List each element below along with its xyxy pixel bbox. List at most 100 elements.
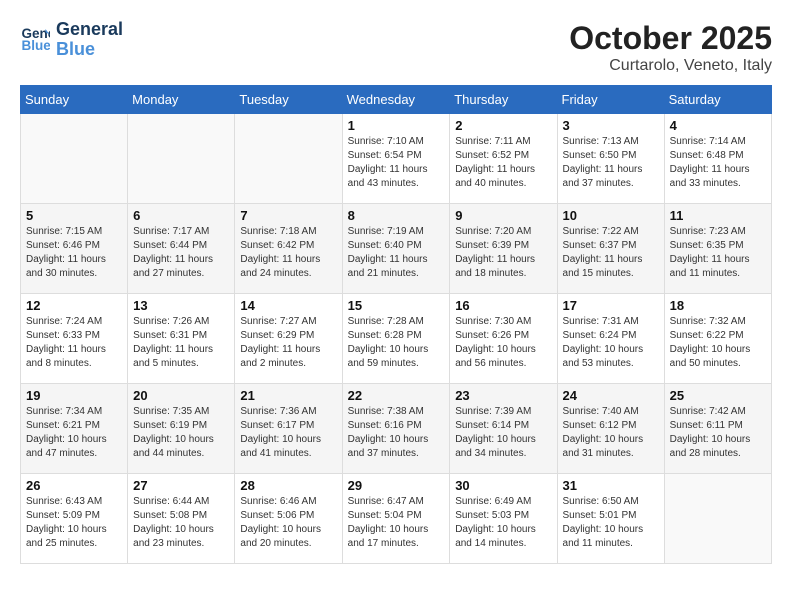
subtitle: Curtarolo, Veneto, Italy (569, 57, 772, 75)
calendar-day-4: 4Sunrise: 7:14 AMSunset: 6:48 PMDaylight… (664, 114, 771, 204)
day-info: Sunrise: 7:40 AMSunset: 6:12 PMDaylight:… (563, 405, 659, 461)
day-info: Sunrise: 7:20 AMSunset: 6:39 PMDaylight:… (455, 225, 551, 281)
calendar-day-3: 3 Sunrise: 7:13 AMSunset: 6:50 PMDaylight… (557, 114, 664, 204)
calendar-week-row: 1Sunrise: 7:10 AMSunset: 6:54 PMDaylight… (21, 114, 772, 204)
weekday-header-friday: Friday (557, 86, 664, 114)
calendar-week-row: 5Sunrise: 7:15 AMSunset: 6:46 PMDaylight… (21, 204, 772, 294)
title-section: October 2025 Curtarolo, Veneto, Italy (569, 20, 772, 75)
day-info: Sunrise: 6:46 AMSunset: 5:06 PMDaylight:… (240, 495, 336, 551)
calendar-day-15: 15 Sunrise: 7:28 AMSunset: 6:28 PMDayligh… (342, 294, 450, 384)
calendar-day-8: 8 Sunrise: 7:19 AMSunset: 6:40 PMDaylight… (342, 204, 450, 294)
day-number: 10 (563, 208, 659, 223)
calendar-day-6: 6 Sunrise: 7:17 AMSunset: 6:44 PMDaylight… (128, 204, 235, 294)
day-info: Sunrise: 7:15 AMSunset: 6:46 PMDaylight:… (26, 225, 122, 281)
calendar-day-5: 5Sunrise: 7:15 AMSunset: 6:46 PMDaylight… (21, 204, 128, 294)
calendar-day-14: 14Sunrise: 7:27 AMSunset: 6:29 PMDayligh… (235, 294, 342, 384)
day-number: 27 (133, 478, 229, 493)
calendar-day-27: 27 Sunrise: 6:44 AMSunset: 5:08 PMDayligh… (128, 474, 235, 564)
day-info: Sunrise: 7:24 AMSunset: 6:33 PMDaylight:… (26, 315, 122, 371)
calendar-day-29: 29 Sunrise: 6:47 AMSunset: 5:04 PMDayligh… (342, 474, 450, 564)
weekday-header-saturday: Saturday (664, 86, 771, 114)
empty-day-cell (128, 114, 235, 204)
day-number: 15 (348, 298, 445, 313)
empty-day-cell (235, 114, 342, 204)
day-info: Sunrise: 7:19 AMSunset: 6:40 PMDaylight:… (348, 225, 445, 281)
day-info: Sunrise: 7:22 AMSunset: 6:37 PMDaylight:… (563, 225, 659, 281)
day-number: 2 (455, 118, 551, 133)
day-info: Sunrise: 6:47 AMSunset: 5:04 PMDaylight:… (348, 495, 445, 551)
calendar-day-7: 7 Sunrise: 7:18 AMSunset: 6:42 PMDaylight… (235, 204, 342, 294)
day-number: 24 (563, 388, 659, 403)
day-number: 11 (670, 208, 766, 223)
weekday-header-thursday: Thursday (450, 86, 557, 114)
day-info: Sunrise: 7:38 AMSunset: 6:16 PMDaylight:… (348, 405, 445, 461)
weekday-header-monday: Monday (128, 86, 235, 114)
day-number: 23 (455, 388, 551, 403)
calendar-day-18: 18 Sunrise: 7:32 AMSunset: 6:22 PMDayligh… (664, 294, 771, 384)
day-number: 30 (455, 478, 551, 493)
day-number: 9 (455, 208, 551, 223)
calendar-day-19: 19 Sunrise: 7:34 AMSunset: 6:21 PMDayligh… (21, 384, 128, 474)
day-info: Sunrise: 7:28 AMSunset: 6:28 PMDaylight:… (348, 315, 445, 371)
day-info: Sunrise: 7:13 AMSunset: 6:50 PMDaylight:… (563, 135, 659, 191)
calendar-day-26: 26Sunrise: 6:43 AMSunset: 5:09 PMDayligh… (21, 474, 128, 564)
day-number: 3 (563, 118, 659, 133)
day-number: 18 (670, 298, 766, 313)
day-info: Sunrise: 7:31 AMSunset: 6:24 PMDaylight:… (563, 315, 659, 371)
calendar-week-row: 26Sunrise: 6:43 AMSunset: 5:09 PMDayligh… (21, 474, 772, 564)
day-number: 1 (348, 118, 445, 133)
day-number: 13 (133, 298, 229, 313)
month-title: October 2025 (569, 20, 772, 57)
calendar-day-13: 13 Sunrise: 7:26 AMSunset: 6:31 PMDayligh… (128, 294, 235, 384)
day-info: Sunrise: 7:23 AMSunset: 6:35 PMDaylight:… (670, 225, 766, 281)
day-number: 14 (240, 298, 336, 313)
calendar-day-31: 31Sunrise: 6:50 AMSunset: 5:01 PMDayligh… (557, 474, 664, 564)
calendar-day-2: 2Sunrise: 7:11 AMSunset: 6:52 PMDaylight… (450, 114, 557, 204)
weekday-header-sunday: Sunday (21, 86, 128, 114)
day-number: 12 (26, 298, 122, 313)
day-info: Sunrise: 6:49 AMSunset: 5:03 PMDaylight:… (455, 495, 551, 551)
weekday-header-tuesday: Tuesday (235, 86, 342, 114)
day-number: 19 (26, 388, 122, 403)
day-info: Sunrise: 7:32 AMSunset: 6:22 PMDaylight:… (670, 315, 766, 371)
day-info: Sunrise: 7:35 AMSunset: 6:19 PMDaylight:… (133, 405, 229, 461)
weekday-header-wednesday: Wednesday (342, 86, 450, 114)
day-number: 22 (348, 388, 445, 403)
day-info: Sunrise: 6:50 AMSunset: 5:01 PMDaylight:… (563, 495, 659, 551)
day-number: 20 (133, 388, 229, 403)
day-info: Sunrise: 7:39 AMSunset: 6:14 PMDaylight:… (455, 405, 551, 461)
logo-text-general: General (56, 20, 123, 40)
calendar-day-12: 12 Sunrise: 7:24 AMSunset: 6:33 PMDayligh… (21, 294, 128, 384)
empty-day-cell (664, 474, 771, 564)
day-number: 6 (133, 208, 229, 223)
day-info: Sunrise: 7:18 AMSunset: 6:42 PMDaylight:… (240, 225, 336, 281)
calendar-day-17: 17Sunrise: 7:31 AMSunset: 6:24 PMDayligh… (557, 294, 664, 384)
calendar-week-row: 12 Sunrise: 7:24 AMSunset: 6:33 PMDayligh… (21, 294, 772, 384)
day-number: 29 (348, 478, 445, 493)
calendar-day-9: 9 Sunrise: 7:20 AMSunset: 6:39 PMDaylight… (450, 204, 557, 294)
calendar-day-10: 10 Sunrise: 7:22 AMSunset: 6:37 PMDayligh… (557, 204, 664, 294)
calendar-day-16: 16Sunrise: 7:30 AMSunset: 6:26 PMDayligh… (450, 294, 557, 384)
calendar-day-23: 23 Sunrise: 7:39 AMSunset: 6:14 PMDayligh… (450, 384, 557, 474)
day-info: Sunrise: 6:44 AMSunset: 5:08 PMDaylight:… (133, 495, 229, 551)
day-info: Sunrise: 7:30 AMSunset: 6:26 PMDaylight:… (455, 315, 551, 371)
logo-text-blue: Blue (56, 40, 123, 60)
day-info: Sunrise: 7:14 AMSunset: 6:48 PMDaylight:… (670, 135, 766, 191)
calendar-day-1: 1Sunrise: 7:10 AMSunset: 6:54 PMDaylight… (342, 114, 450, 204)
weekday-header-row: SundayMondayTuesdayWednesdayThursdayFrid… (21, 86, 772, 114)
day-info: Sunrise: 7:26 AMSunset: 6:31 PMDaylight:… (133, 315, 229, 371)
logo-icon: General Blue (20, 23, 50, 53)
day-number: 8 (348, 208, 445, 223)
calendar-table: SundayMondayTuesdayWednesdayThursdayFrid… (20, 85, 772, 564)
day-info: Sunrise: 7:42 AMSunset: 6:11 PMDaylight:… (670, 405, 766, 461)
day-number: 28 (240, 478, 336, 493)
logo: General Blue General Blue (20, 20, 123, 60)
day-info: Sunrise: 7:34 AMSunset: 6:21 PMDaylight:… (26, 405, 122, 461)
calendar-day-11: 11 Sunrise: 7:23 AMSunset: 6:35 PMDayligh… (664, 204, 771, 294)
day-number: 7 (240, 208, 336, 223)
calendar-day-20: 20 Sunrise: 7:35 AMSunset: 6:19 PMDayligh… (128, 384, 235, 474)
calendar-day-25: 25Sunrise: 7:42 AMSunset: 6:11 PMDayligh… (664, 384, 771, 474)
day-info: Sunrise: 7:17 AMSunset: 6:44 PMDaylight:… (133, 225, 229, 281)
calendar-day-28: 28 Sunrise: 6:46 AMSunset: 5:06 PMDayligh… (235, 474, 342, 564)
page-header: General Blue General Blue October 2025 C… (20, 20, 772, 75)
